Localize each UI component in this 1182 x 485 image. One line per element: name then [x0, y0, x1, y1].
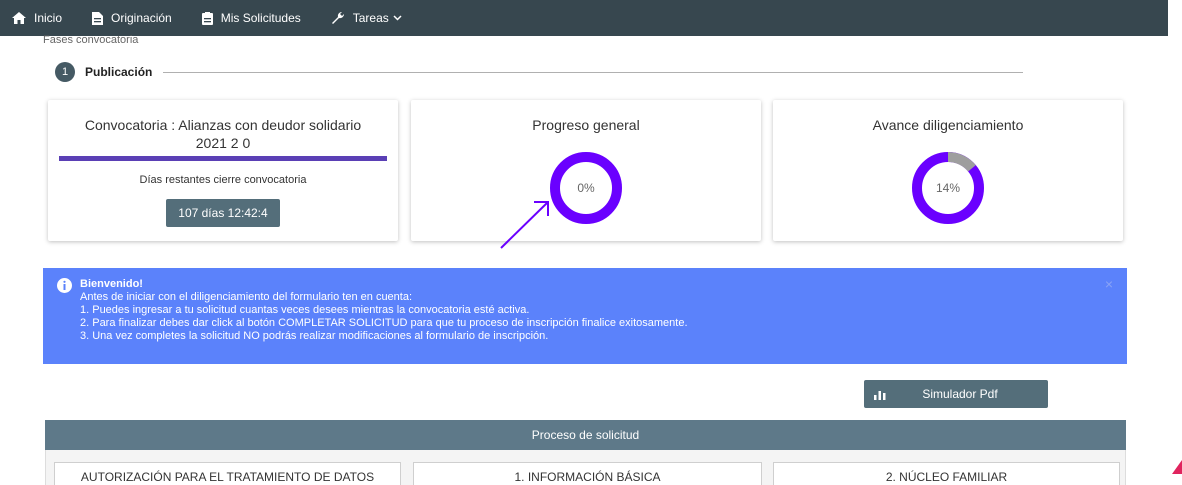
tab-informacion-basica[interactable]: 1. INFORMACIÓN BÁSICA [413, 462, 762, 485]
nav-mis-solicitudes[interactable]: Mis Solicitudes [201, 11, 301, 25]
alert-line-1: 1. Puedes ingresar a tu solicitud cuanta… [80, 304, 530, 316]
clipboard-icon [201, 11, 213, 25]
days-remaining-label: Días restantes cierre convocatoria [139, 174, 307, 186]
tab-nucleo-familiar[interactable]: 2. NÚCLEO FAMILIAR [773, 462, 1120, 485]
alert-line-3: 3. Una vez completes la solicitud NO pod… [80, 330, 549, 342]
process-header: Proceso de solicitud [45, 420, 1126, 450]
home-icon [12, 12, 26, 24]
alert-intro: Antes de iniciar con el diligenciamiento… [80, 291, 413, 303]
avance-title: Avance diligenciamiento [872, 117, 1024, 133]
nav-inicio[interactable]: Inicio [12, 11, 62, 25]
progreso-general-card: Progreso general 0% [411, 100, 761, 241]
nav-mis-solicitudes-label: Mis Solicitudes [220, 11, 301, 25]
info-icon [57, 278, 72, 293]
progreso-donut-value: 0% [577, 181, 595, 195]
breadcrumb: Fases convocatoria [43, 34, 139, 46]
corner-marker [1172, 460, 1182, 474]
progreso-donut-chart: 0% [550, 152, 622, 224]
top-navbar: Inicio Originación Mis Solicitudes Tarea… [0, 0, 1168, 36]
nav-inicio-label: Inicio [34, 11, 63, 25]
alert-line-2: 2. Para finalizar debes dar click al bot… [80, 317, 688, 329]
alert-title: Bienvenido! [80, 278, 143, 290]
step-number: 1 [55, 62, 75, 82]
avance-donut-value: 14% [936, 181, 960, 195]
document-icon [92, 11, 104, 25]
progreso-general-title: Progreso general [532, 117, 640, 133]
avance-donut-chart: 14% [912, 152, 984, 224]
convocatoria-title: Convocatoria : Alianzas con deudor solid… [84, 117, 362, 151]
annotation-arrow-icon [500, 201, 549, 249]
simulador-pdf-label: Simulador Pdf [922, 387, 998, 401]
bar-chart-icon [874, 390, 886, 400]
step-connector [163, 72, 1023, 73]
chevron-down-icon [393, 15, 402, 21]
avance-card: Avance diligenciamiento 14% [773, 100, 1123, 241]
step-label: Publicación [85, 65, 153, 79]
tab-autorizacion[interactable]: AUTORIZACIÓN PARA EL TRATAMIENTO DE DATO… [54, 462, 401, 485]
welcome-alert: Bienvenido! Antes de iniciar con el dili… [43, 268, 1127, 364]
convocatoria-card: Convocatoria : Alianzas con deudor solid… [48, 100, 398, 241]
nav-tareas[interactable]: Tareas [331, 11, 402, 25]
process-tabs-container: AUTORIZACIÓN PARA EL TRATAMIENTO DE DATO… [45, 450, 1126, 485]
nav-tareas-label: Tareas [352, 11, 389, 25]
nav-originacion-label: Originación [111, 11, 172, 25]
countdown-badge: 107 días 12:42:4 [166, 199, 280, 227]
convocatoria-progress-bar [59, 156, 387, 161]
alert-close-button[interactable]: × [1105, 277, 1113, 291]
nav-originacion[interactable]: Originación [92, 11, 172, 25]
wrench-icon [331, 11, 344, 24]
simulador-pdf-button[interactable]: Simulador Pdf [864, 380, 1048, 408]
step-publicacion: 1 Publicación [55, 62, 152, 82]
